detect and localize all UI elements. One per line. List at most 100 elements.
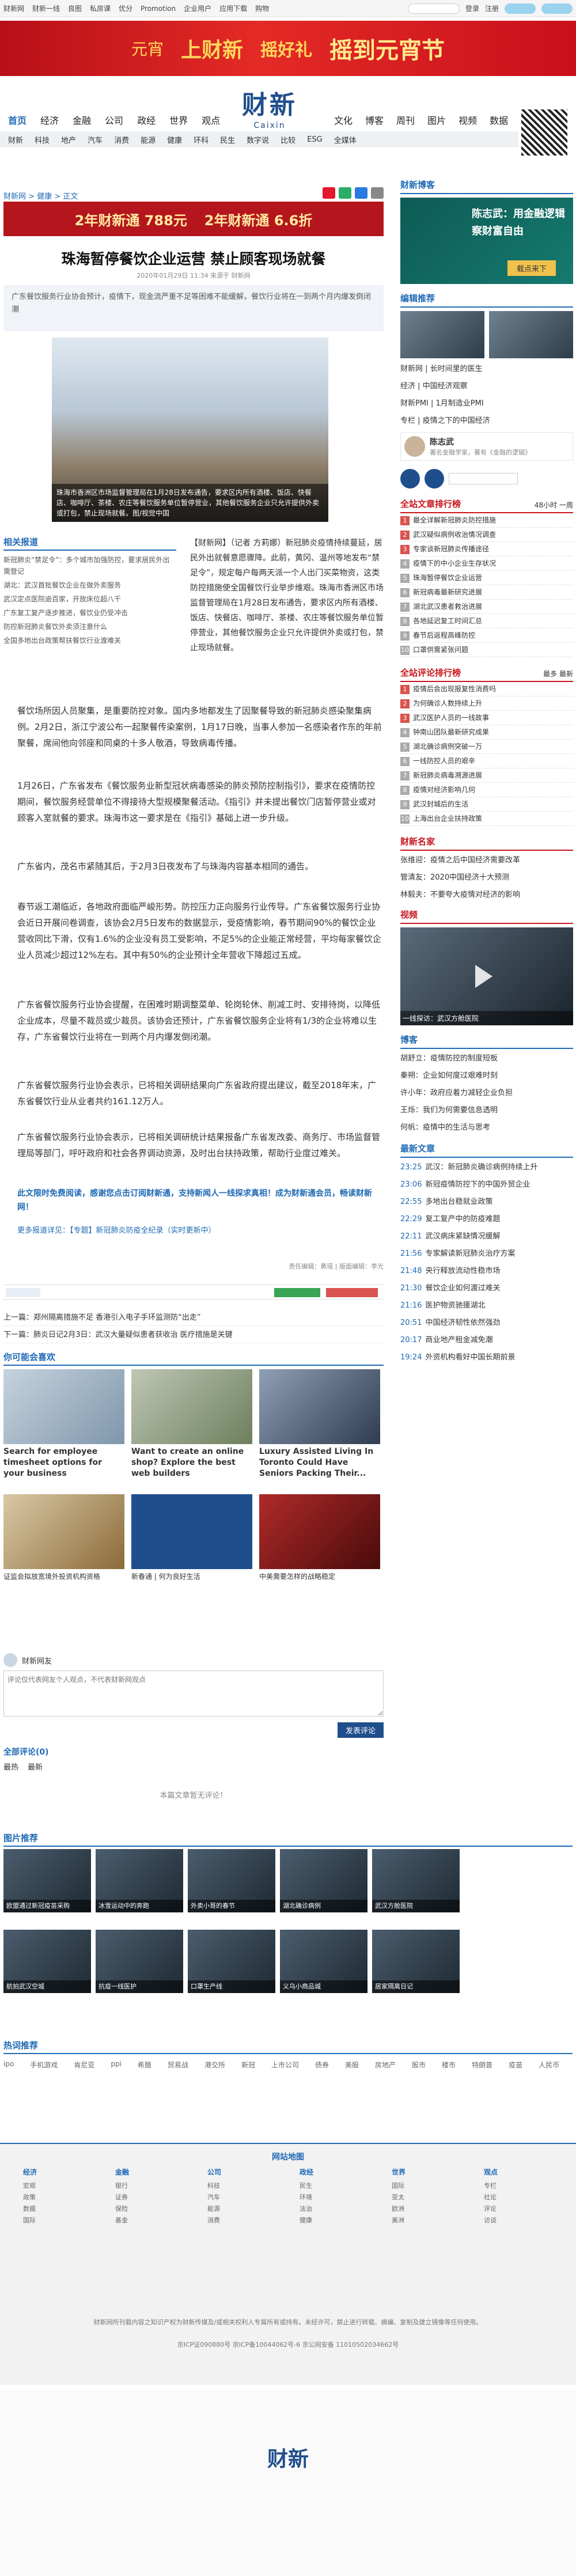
crank-item[interactable]: 4 钟南山团队最新研究成果	[400, 725, 573, 740]
related-item[interactable]: 防控新冠肺炎餐饮外卖须注意什么	[3, 621, 176, 632]
subnav-9[interactable]: 数字说	[247, 134, 269, 145]
footer-link[interactable]: 法治	[300, 2203, 386, 2215]
crank-tab-new[interactable]: 最新	[559, 670, 573, 678]
hotword[interactable]: ipo	[3, 2060, 14, 2070]
hotword[interactable]: 贸易战	[168, 2060, 188, 2070]
recommend-card[interactable]: 新春通 | 何为良好生活	[131, 1494, 252, 1582]
footer-link[interactable]: 国际	[23, 2215, 109, 2226]
next-article-link[interactable]: 下一篇：肺炎日记2月3日：武汉大量疑似患者获收治 医疗措施是关键	[3, 1328, 384, 1343]
subnav-6[interactable]: 健康	[167, 134, 182, 145]
footer-col-title[interactable]: 经济	[23, 2167, 109, 2177]
footer-link[interactable]: 保险	[115, 2203, 202, 2215]
footer-link[interactable]: 欧洲	[392, 2203, 478, 2215]
play-icon[interactable]	[475, 965, 492, 988]
footer-link[interactable]: 社论	[484, 2192, 570, 2203]
topbar-link-enterprise[interactable]: 企业用户	[184, 3, 211, 13]
subnav-12[interactable]: 全媒体	[334, 134, 357, 145]
footer-link[interactable]: 证券	[115, 2192, 202, 2203]
subnav-2[interactable]: 地产	[61, 134, 76, 145]
rank-item[interactable]: 7 湖北武汉患者救治进展	[400, 600, 573, 614]
subscription-ad[interactable]: 2年财新通 788元 2年财新通 6.6折	[3, 202, 384, 236]
rank-item[interactable]: 4 疫情下的中小企业生存状况	[400, 556, 573, 571]
hotword[interactable]: 人民币	[539, 2060, 559, 2070]
blog-item[interactable]: 王烁：我们为何需要信息透明	[400, 1104, 573, 1117]
rank-tab-week[interactable]: 一周	[559, 501, 573, 509]
columnist-item[interactable]: 管清友：2020中国经济十大预测	[400, 872, 573, 884]
qzone-share-icon[interactable]	[355, 187, 367, 199]
latest-item[interactable]: 21:56 专家解读新冠肺炎治疗方案	[400, 1248, 573, 1260]
footer-link[interactable]: 健康	[300, 2215, 386, 2226]
subnav-10[interactable]: 比较	[281, 134, 295, 145]
latest-item[interactable]: 19:24 外资机构看好中国长期前景	[400, 1351, 573, 1364]
blog-item[interactable]: 许小年：政府应着力减轻企业负担	[400, 1087, 573, 1100]
nav-blog[interactable]: 博客	[365, 113, 384, 127]
font-size-button[interactable]	[6, 1288, 40, 1297]
footer-link[interactable]: 科技	[207, 2180, 294, 2192]
edit-item[interactable]: 财新PMI | 1月制造业PMI	[400, 397, 573, 410]
footer-link[interactable]: 消费	[207, 2215, 294, 2226]
hotword[interactable]: 肯尼亚	[74, 2060, 94, 2070]
hotword[interactable]: 债券	[315, 2060, 329, 2070]
recommend-card[interactable]: Luxury Assisted Living In Toronto Could …	[259, 1369, 380, 1479]
recommend-card[interactable]: 证监会拟放宽境外投资机构资格	[3, 1494, 124, 1582]
footer-col-title[interactable]: 金融	[115, 2167, 202, 2177]
photo-card[interactable]: 外卖小哥的春节	[188, 1849, 275, 1912]
comment-input[interactable]	[3, 1670, 384, 1717]
related-item[interactable]: 武汉定点医院逾百家，开放床位超八千	[3, 593, 176, 605]
crank-item[interactable]: 10 上海出台企业扶持政策	[400, 812, 573, 826]
subnav-0[interactable]: 财新	[8, 134, 23, 145]
blog-item[interactable]: 何帆：疫情中的生活与思考	[400, 1122, 573, 1134]
topbar-link-youfen[interactable]: 优分	[119, 3, 132, 13]
subnav-1[interactable]: 科技	[35, 134, 50, 145]
hotword[interactable]: 上市公司	[271, 2060, 299, 2070]
footer-link[interactable]: 汽车	[207, 2192, 294, 2203]
photo-card[interactable]: 冰雪运动中的奔跑	[96, 1849, 183, 1912]
crank-item[interactable]: 9 武汉封城后的生活	[400, 797, 573, 812]
footer-link[interactable]: 银行	[115, 2180, 202, 2192]
footer-link[interactable]: 政策	[23, 2192, 109, 2203]
latest-item[interactable]: 21:48 央行释放流动性稳市场	[400, 1265, 573, 1278]
photo-card[interactable]: 欧盟通过新冠疫苗采购	[3, 1849, 91, 1912]
subnav-4[interactable]: 消费	[114, 134, 129, 145]
prev-article-link[interactable]: 上一篇：郑州隔离措施不足 香港引入电子手环监测防“出走”	[3, 1310, 384, 1326]
top-banner-ad[interactable]: 元宵 上财新 摇好礼 摇到元宵节	[0, 21, 576, 76]
latest-item[interactable]: 21:30 餐饮企业如何渡过难关	[400, 1282, 573, 1295]
columnist-item[interactable]: 张维迎：疫情之后中国经济需要改革	[400, 854, 573, 867]
rank-item[interactable]: 1 最全详解新冠肺炎防控措施	[400, 513, 573, 528]
crank-item[interactable]: 5 湖北确诊病例突破一万	[400, 740, 573, 754]
footer-link[interactable]: 能源	[207, 2203, 294, 2215]
video-player[interactable]: 一线探访：武汉方舱医院	[400, 927, 573, 1025]
crank-item[interactable]: 8 疫情对经济影响几何	[400, 783, 573, 797]
hotword[interactable]: ppi	[111, 2060, 122, 2070]
tab-new[interactable]: 最新	[28, 1761, 43, 1772]
breadcrumb[interactable]: 财新网 > 健康 > 正文	[3, 190, 78, 201]
crank-tab-most[interactable]: 最多	[543, 670, 557, 678]
photo-card[interactable]: 义乌小商品城	[280, 1930, 367, 1993]
footer-link[interactable]: 基金	[115, 2215, 202, 2226]
site-logo[interactable]: 财新 Caixin	[242, 84, 297, 130]
photo-card[interactable]: 湖北确诊病例	[280, 1849, 367, 1912]
nav-finance[interactable]: 金融	[73, 113, 91, 127]
weibo-share-icon[interactable]	[323, 187, 335, 199]
hotword[interactable]: 手机游戏	[30, 2060, 58, 2070]
submit-comment-button[interactable]: 发表评论	[337, 1722, 384, 1738]
footer-link[interactable]: 民生	[300, 2180, 386, 2192]
wechat-share-icon[interactable]	[339, 187, 351, 199]
recommend-card[interactable]: 中美需要怎样的战略稳定	[259, 1494, 380, 1582]
hotword[interactable]: 房地产	[375, 2060, 396, 2070]
subscribe-button[interactable]	[505, 3, 536, 14]
footer-col-title[interactable]: 政经	[300, 2167, 386, 2177]
rank-item[interactable]: 9 春节后返程高峰防控	[400, 628, 573, 643]
photo-card[interactable]: 口罩生产线	[188, 1930, 275, 1993]
edit-item[interactable]: 专栏 | 疫情之下的中国经济	[400, 415, 573, 427]
columnist-item[interactable]: 林毅夫：不要夸大疫情对经济的影响	[400, 889, 573, 901]
blog-item[interactable]: 秦朔：企业如何度过艰难时刻	[400, 1070, 573, 1082]
crank-item[interactable]: 6 一线防控人员的艰辛	[400, 754, 573, 768]
sidebar-ad[interactable]: 陈志武：用金融逻辑察财富自由 载点来下	[400, 198, 573, 284]
app-button[interactable]	[541, 3, 573, 14]
nav-video[interactable]: 视频	[458, 113, 477, 127]
latest-item[interactable]: 20:17 商业地产租金减免潮	[400, 1334, 573, 1347]
nav-photo[interactable]: 图片	[427, 113, 446, 127]
login-link[interactable]: 登录	[465, 3, 479, 13]
nav-culture[interactable]: 文化	[334, 113, 353, 127]
